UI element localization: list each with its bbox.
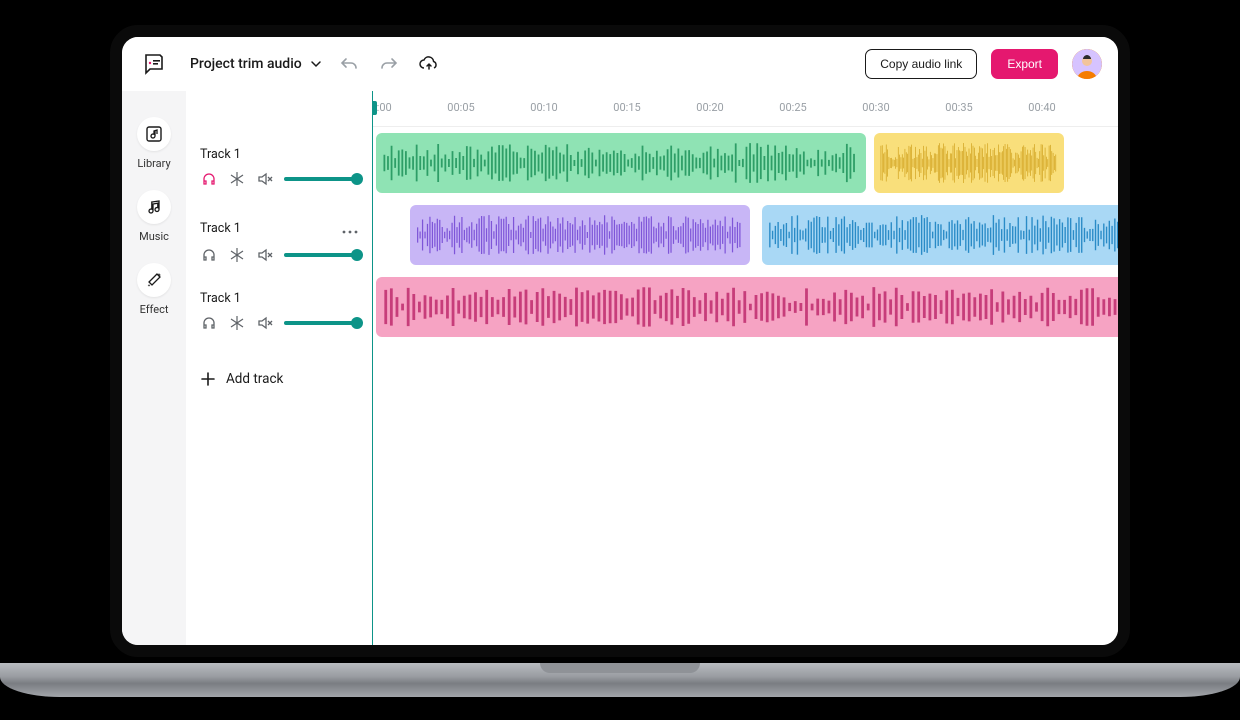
- snowflake-icon[interactable]: [228, 170, 246, 188]
- sidebar-item-label: Music: [139, 230, 169, 243]
- ruler-tick: 00:40: [1028, 101, 1055, 114]
- volume-slider[interactable]: [284, 177, 358, 181]
- project-name: Project trim audio: [190, 56, 302, 72]
- sidebar-item-library[interactable]: Library: [137, 117, 171, 170]
- track-panel: Track 1 Track 1: [186, 91, 372, 645]
- library-icon: [137, 117, 171, 151]
- track-name: Track 1: [200, 147, 241, 162]
- track-header: Track 1: [186, 283, 372, 355]
- headphones-icon[interactable]: [200, 170, 218, 188]
- track-header: Track 1: [186, 211, 372, 283]
- export-button[interactable]: Export: [991, 49, 1058, 79]
- snowflake-icon[interactable]: [228, 314, 246, 332]
- ruler-tick: 00:30: [862, 101, 889, 114]
- audio-clip[interactable]: [376, 277, 1118, 337]
- playhead[interactable]: [372, 91, 373, 645]
- mute-icon[interactable]: [256, 170, 274, 188]
- add-track-button[interactable]: Add track: [186, 355, 372, 403]
- track-header: Track 1: [186, 139, 372, 211]
- ruler[interactable]: 00:0000:0500:1000:1500:2000:2500:3000:35…: [372, 91, 1118, 127]
- header: Project trim audio Copy audio link Expor…: [122, 37, 1118, 91]
- plus-icon: [200, 371, 216, 387]
- headphones-icon[interactable]: [200, 314, 218, 332]
- volume-slider[interactable]: [284, 253, 358, 257]
- project-selector[interactable]: Project trim audio: [190, 56, 322, 72]
- app-logo: [132, 42, 176, 86]
- user-avatar[interactable]: [1072, 49, 1102, 79]
- audio-clip[interactable]: [762, 205, 1118, 265]
- ruler-tick: 00:35: [945, 101, 972, 114]
- redo-button[interactable]: [376, 51, 402, 77]
- cloud-upload-button[interactable]: [416, 51, 442, 77]
- chevron-down-icon: [310, 58, 322, 70]
- ruler-tick: 00:05: [447, 101, 474, 114]
- track-name: Track 1: [200, 291, 241, 306]
- headphones-icon[interactable]: [200, 246, 218, 264]
- audio-clip[interactable]: [874, 133, 1064, 193]
- more-icon[interactable]: [342, 219, 358, 238]
- undo-button[interactable]: [336, 51, 362, 77]
- timeline: 00:0000:0500:1000:1500:2000:2500:3000:35…: [372, 91, 1118, 645]
- sidebar-item-label: Effect: [140, 303, 169, 316]
- add-track-label: Add track: [226, 371, 283, 387]
- sidebar: Library Music Effect: [122, 91, 186, 645]
- sidebar-item-label: Library: [137, 157, 170, 170]
- track-lane[interactable]: [372, 199, 1118, 271]
- ruler-tick: 00:20: [696, 101, 723, 114]
- mute-icon[interactable]: [256, 246, 274, 264]
- laptop-base: [0, 663, 1240, 697]
- audio-clip[interactable]: [410, 205, 750, 265]
- effect-icon: [137, 263, 171, 297]
- audio-clip[interactable]: [376, 133, 866, 193]
- ruler-tick: 00:10: [530, 101, 557, 114]
- track-name: Track 1: [200, 221, 241, 236]
- track-lane[interactable]: [372, 271, 1118, 343]
- ruler-tick: 00:25: [779, 101, 806, 114]
- copy-audio-link-button[interactable]: Copy audio link: [865, 49, 977, 79]
- track-lane[interactable]: [372, 127, 1118, 199]
- ruler-tick: 00:15: [613, 101, 640, 114]
- music-icon: [137, 190, 171, 224]
- mute-icon[interactable]: [256, 314, 274, 332]
- sidebar-item-effect[interactable]: Effect: [137, 263, 171, 316]
- sidebar-item-music[interactable]: Music: [137, 190, 171, 243]
- snowflake-icon[interactable]: [228, 246, 246, 264]
- volume-slider[interactable]: [284, 321, 358, 325]
